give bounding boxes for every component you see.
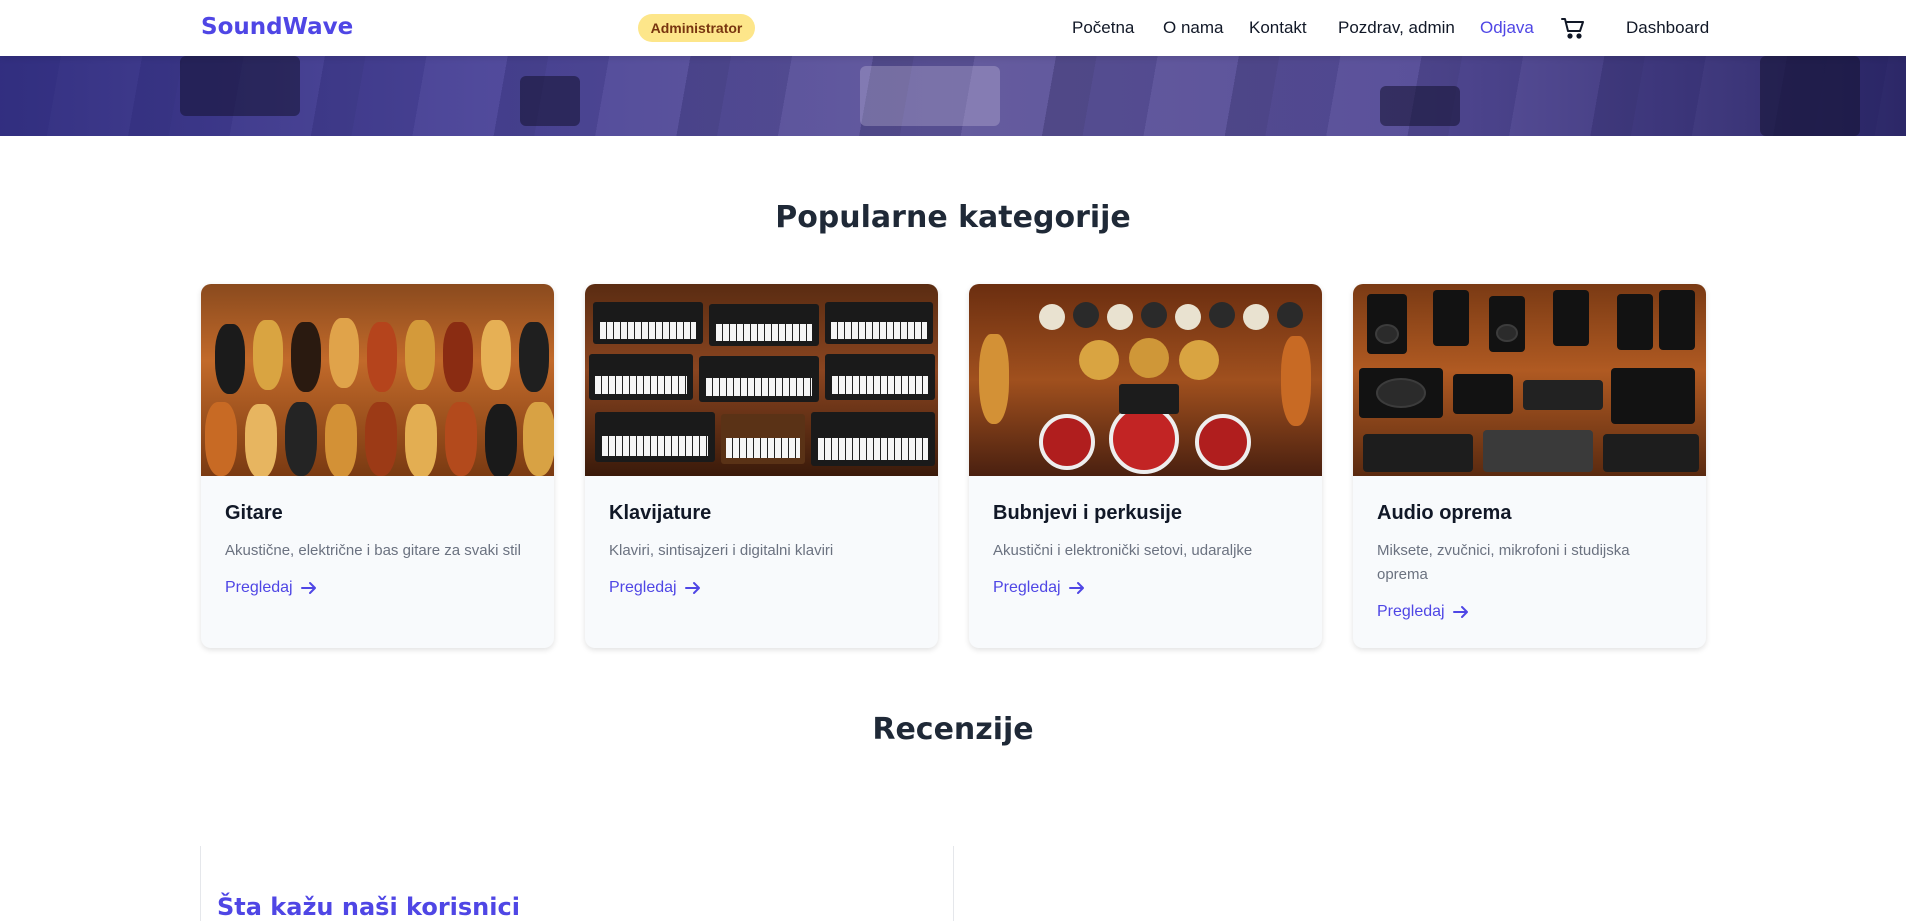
browse-link-label: Pregledaj bbox=[993, 579, 1061, 596]
category-title: Klavijature bbox=[609, 502, 712, 524]
nav-link-greeting[interactable]: Pozdrav, admin bbox=[1338, 18, 1455, 38]
shopping-cart-icon[interactable] bbox=[1561, 17, 1585, 39]
category-description: Klaviri, sintisajzeri i digitalni klavir… bbox=[609, 542, 834, 559]
categories-heading: Popularne kategorije bbox=[775, 200, 1131, 235]
guitars-image bbox=[201, 284, 554, 476]
nav-link-home[interactable]: Početna bbox=[1072, 18, 1134, 38]
drums-image bbox=[969, 284, 1322, 476]
browse-link-label: Pregledaj bbox=[609, 579, 677, 596]
arrow-right-icon bbox=[300, 582, 316, 594]
page: SoundWave Administrator Početna O nama K… bbox=[0, 0, 1906, 921]
browse-link-label: Pregledaj bbox=[1377, 603, 1445, 620]
reviews-heading: Recenzije bbox=[872, 712, 1034, 747]
category-description: Miksete, zvučnici, mikrofoni i studijska… bbox=[1377, 542, 1630, 583]
arrow-right-icon bbox=[684, 582, 700, 594]
category-card-drums[interactable]: Bubnjevi i perkusije Akustični i elektro… bbox=[969, 284, 1322, 648]
category-card-audio[interactable]: Audio oprema Miksete, zvučnici, mikrofon… bbox=[1353, 284, 1706, 648]
browse-guitars-link[interactable]: Pregledaj bbox=[225, 579, 317, 597]
category-card-guitars[interactable]: Gitare Akustične, električne i bas gitar… bbox=[201, 284, 554, 648]
browse-audio-link[interactable]: Pregledaj bbox=[1377, 603, 1469, 621]
arrow-right-icon bbox=[1068, 582, 1084, 594]
nav-link-contact[interactable]: Kontakt bbox=[1249, 18, 1307, 38]
category-title: Gitare bbox=[225, 502, 283, 524]
keyboards-image bbox=[585, 284, 938, 476]
browse-drums-link[interactable]: Pregledaj bbox=[993, 579, 1085, 597]
brand-logo[interactable]: SoundWave bbox=[201, 14, 353, 40]
reviews-subtitle: Šta kažu naši korisnici bbox=[217, 893, 520, 921]
browse-keyboards-link[interactable]: Pregledaj bbox=[609, 579, 701, 597]
category-description: Akustični i elektronički setovi, udaralj… bbox=[993, 542, 1253, 559]
hero-banner bbox=[0, 56, 1906, 136]
role-badge: Administrator bbox=[638, 14, 755, 42]
nav-link-about[interactable]: O nama bbox=[1163, 18, 1223, 38]
category-title: Bubnjevi i perkusije bbox=[993, 502, 1182, 524]
audio-equipment-image bbox=[1353, 284, 1706, 476]
browse-link-label: Pregledaj bbox=[225, 579, 293, 596]
navbar: SoundWave Administrator Početna O nama K… bbox=[0, 0, 1906, 56]
nav-link-dashboard[interactable]: Dashboard bbox=[1626, 18, 1709, 38]
category-title: Audio oprema bbox=[1377, 502, 1512, 524]
category-card-keyboards[interactable]: Klavijature Klaviri, sintisajzeri i digi… bbox=[585, 284, 938, 648]
category-description: Akustične, električne i bas gitare za sv… bbox=[225, 542, 521, 559]
nav-link-logout[interactable]: Odjava bbox=[1480, 18, 1534, 38]
arrow-right-icon bbox=[1452, 606, 1468, 618]
